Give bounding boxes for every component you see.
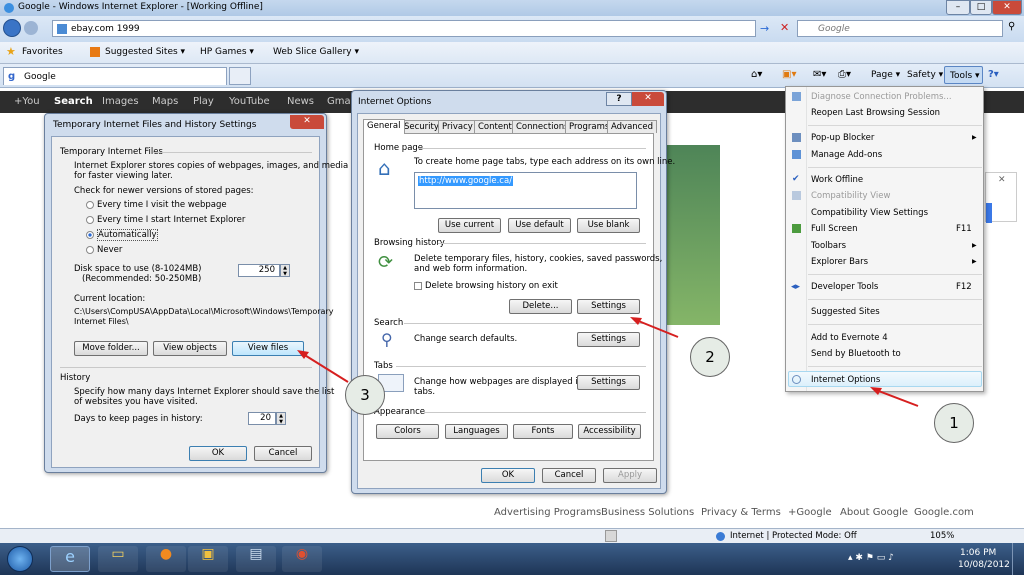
tray-icons[interactable]: ▴ ✱ ⚑ ▭ ♪ <box>848 553 894 563</box>
taskbar-explorer-icon[interactable]: ▭ <box>98 546 138 572</box>
arrowhead-1-icon <box>870 387 882 395</box>
security-zone[interactable]: Internet | Protected Mode: Off <box>730 531 857 541</box>
clock-date[interactable]: 10/08/2012 <box>958 560 1010 570</box>
tab-general[interactable]: General <box>363 119 405 134</box>
arrow-3 <box>302 353 349 383</box>
callout-2: 2 <box>690 337 730 377</box>
taskbar-window-icon[interactable]: ▤ <box>236 546 276 572</box>
start-button-icon[interactable] <box>7 546 33 572</box>
taskbar-app-icon[interactable]: ▣ <box>188 546 228 572</box>
zoom-level[interactable]: 105% <box>930 531 954 541</box>
taskbar-powerpoint-icon[interactable]: ◉ <box>282 546 322 572</box>
globe-icon <box>716 532 725 541</box>
show-desktop-button[interactable] <box>1012 543 1024 575</box>
status-bar: Internet | Protected Mode: Off 105% <box>0 528 1024 543</box>
status-offline-icon <box>605 530 617 542</box>
taskbar: e ▭ ● ▣ ▤ ◉ ▴ ✱ ⚑ ▭ ♪ 1:06 PM 10/08/2012 <box>0 543 1024 575</box>
callout-3: 3 <box>345 375 385 415</box>
taskbar-firefox-icon[interactable]: ● <box>146 546 186 572</box>
arrow-1 <box>875 389 919 407</box>
arrowhead-2-icon <box>630 317 642 325</box>
clock-time[interactable]: 1:06 PM <box>960 548 996 558</box>
annotation-arrows <box>297 317 919 407</box>
callout-1: 1 <box>934 403 974 443</box>
arrow-2 <box>635 319 679 338</box>
taskbar-ie-icon[interactable]: e <box>50 546 90 572</box>
